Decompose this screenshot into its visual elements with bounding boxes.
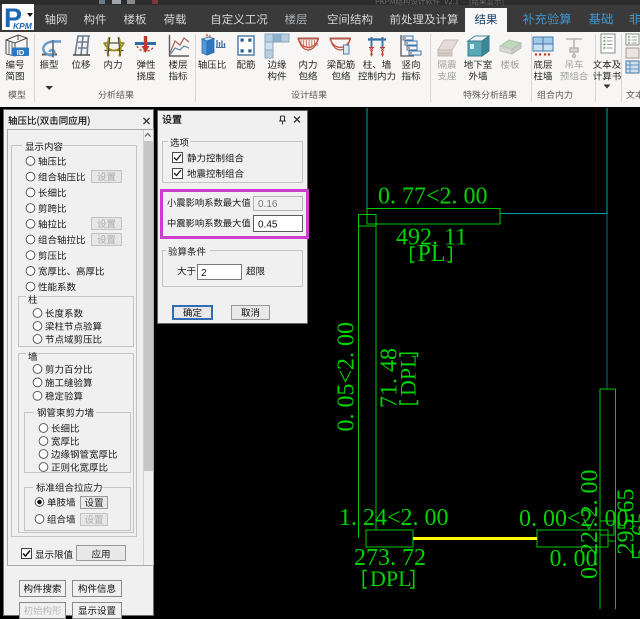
- svg-text:0.45: 0.45: [258, 220, 278, 231]
- svg-text:KPM: KPM: [13, 21, 33, 31]
- svg-text:2: 2: [201, 268, 207, 279]
- svg-text:DPL: DPL: [370, 566, 412, 591]
- svg-text:ID: ID: [17, 48, 25, 57]
- svg-text:PL: PL: [418, 241, 446, 267]
- svg-text:0. 00<2. 00: 0. 00<2. 00: [519, 506, 629, 532]
- svg-text:5. 65: 5. 65: [628, 512, 640, 560]
- svg-text:1. 24<2. 00: 1. 24<2. 00: [339, 505, 449, 531]
- svg-text:0. 77<2. 00: 0. 77<2. 00: [378, 184, 488, 210]
- svg-text:DPL: DPL: [396, 354, 421, 396]
- svg-text:0. 05<2. 00: 0. 05<2. 00: [334, 322, 360, 432]
- svg-text:0. 22<2. 00: 0. 22<2. 00: [577, 469, 603, 579]
- svg-text:0.16: 0.16: [258, 199, 278, 210]
